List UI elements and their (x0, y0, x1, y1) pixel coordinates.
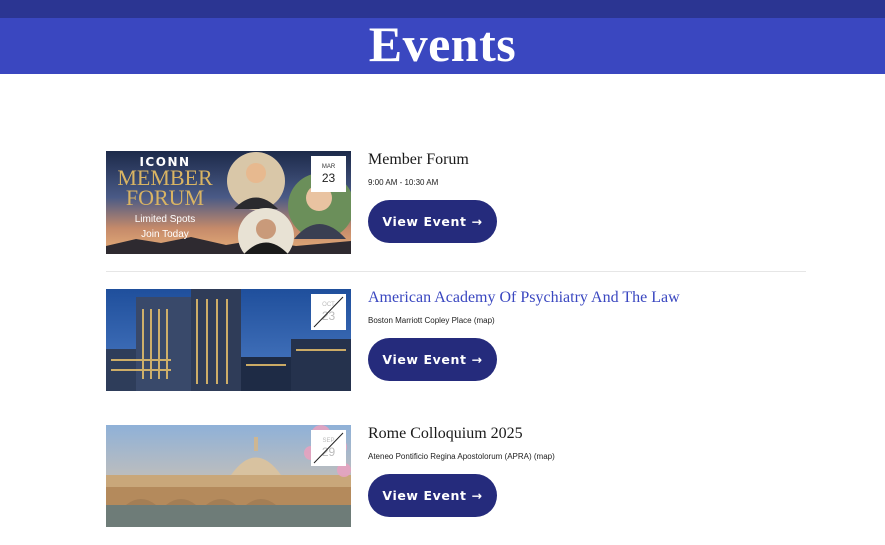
past-event-slash (313, 432, 344, 464)
thumb-headline-2: FORUM (125, 185, 205, 210)
past-event-slash (313, 296, 344, 328)
view-event-button[interactable]: View Event → (368, 200, 497, 243)
event-thumbnail[interactable]: ICONN MEMBER FORUM Limited Spots Join To… (106, 151, 351, 254)
thumb-line-join: Join Today (141, 229, 189, 240)
event-thumbnail[interactable]: SEP 29 (106, 425, 351, 528)
date-badge-month: MAR (321, 164, 336, 170)
event-item-rome-colloquium: SEP 29 Rome Colloquium 2025 Ateneo Ponti… (106, 425, 806, 529)
event-title[interactable]: American Academy Of Psychiatry And The L… (368, 289, 798, 307)
view-event-button[interactable]: View Event → (368, 474, 497, 517)
page-banner: Events (0, 16, 885, 74)
event-location[interactable]: Boston Marriott Copley Place (map) (368, 316, 798, 326)
date-badge-day: 23 (321, 171, 336, 185)
date-badge: MAR 23 (311, 156, 346, 192)
thumb-line-spots: Limited Spots (134, 214, 196, 225)
event-title[interactable]: Member Forum (368, 151, 798, 169)
event-thumbnail[interactable]: OCT 23 (106, 289, 351, 392)
event-item-member-forum: ICONN MEMBER FORUM Limited Spots Join To… (106, 151, 806, 255)
view-event-button[interactable]: View Event → (368, 338, 497, 381)
date-badge: OCT 23 (311, 294, 346, 330)
event-location[interactable]: Ateneo Pontificio Regina Apostolorum (AP… (368, 452, 798, 462)
event-time: 9:00 AM - 10:30 AM (368, 178, 439, 187)
page-title: Events (368, 16, 517, 72)
event-item-aapl: OCT 23 American Academy Of Psychiatry An… (106, 289, 806, 393)
date-badge: SEP 29 (311, 430, 346, 466)
divider (106, 271, 806, 272)
event-title[interactable]: Rome Colloquium 2025 (368, 425, 798, 443)
